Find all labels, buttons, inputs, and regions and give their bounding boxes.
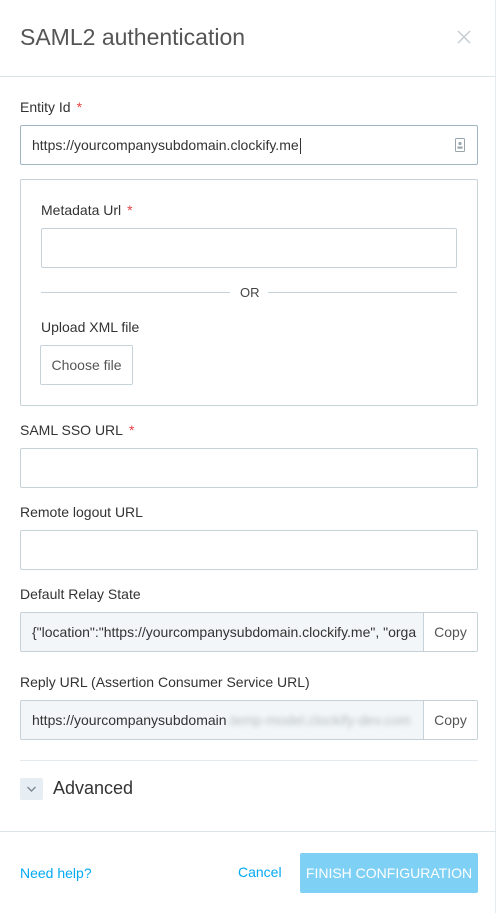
or-divider-right bbox=[268, 292, 457, 293]
required-mark: * bbox=[76, 99, 83, 115]
remote-logout-url-label: Remote logout URL bbox=[20, 504, 143, 520]
default-relay-state-field: {"location":"https://yourcompanysubdomai… bbox=[20, 612, 478, 652]
reply-url-visible-text: https://yourcompanysubdomain bbox=[32, 712, 227, 728]
reply-url-redacted-text: .temp-model.clockify-dev.com bbox=[226, 712, 411, 728]
or-text: OR bbox=[240, 285, 260, 300]
reply-url-field: https://yourcompanysubdomain.temp-model.… bbox=[20, 700, 478, 740]
need-help-link[interactable]: Need help? bbox=[20, 865, 92, 881]
reply-url-label: Reply URL (Assertion Consumer Service UR… bbox=[20, 674, 310, 690]
default-relay-state-value[interactable]: {"location":"https://yourcompanysubdomai… bbox=[32, 613, 424, 651]
dialog-header: SAML2 authentication bbox=[0, 0, 495, 77]
section-divider bbox=[20, 760, 478, 761]
reply-url-value[interactable]: https://yourcompanysubdomain.temp-model.… bbox=[32, 701, 424, 739]
chevron-down-icon bbox=[27, 786, 36, 792]
choose-file-button[interactable]: Choose file bbox=[40, 345, 133, 385]
upload-xml-label: Upload XML file bbox=[41, 319, 140, 335]
copy-relay-state-button[interactable]: Copy bbox=[423, 613, 477, 651]
contact-card-icon bbox=[455, 138, 465, 152]
dialog-title: SAML2 authentication bbox=[20, 24, 246, 50]
finish-configuration-button[interactable]: FINISH CONFIGURATION bbox=[300, 853, 478, 893]
entity-id-value: https://yourcompanysubdomain.clockify.me bbox=[32, 137, 299, 153]
saml2-dialog: SAML2 authentication Entity Id * https://… bbox=[0, 0, 496, 913]
advanced-toggle[interactable] bbox=[20, 778, 43, 800]
required-mark: * bbox=[128, 422, 135, 438]
remote-logout-url-input[interactable] bbox=[20, 530, 478, 570]
required-mark: * bbox=[127, 202, 133, 218]
close-icon[interactable] bbox=[457, 30, 471, 44]
entity-id-input[interactable]: https://yourcompanysubdomain.clockify.me bbox=[20, 125, 478, 165]
footer-divider bbox=[0, 831, 496, 832]
metadata-url-label: Metadata Url * bbox=[41, 202, 133, 218]
copy-reply-url-button[interactable]: Copy bbox=[423, 701, 477, 739]
text-caret bbox=[299, 138, 301, 155]
cancel-button[interactable]: Cancel bbox=[238, 864, 282, 880]
saml-sso-url-label: SAML SSO URL * bbox=[20, 422, 135, 438]
entity-id-label: Entity Id * bbox=[20, 99, 83, 115]
saml-sso-url-input[interactable] bbox=[20, 448, 478, 488]
default-relay-state-label: Default Relay State bbox=[20, 586, 141, 602]
advanced-label[interactable]: Advanced bbox=[53, 778, 133, 799]
or-divider-left bbox=[41, 292, 230, 293]
metadata-url-input[interactable] bbox=[41, 228, 457, 268]
